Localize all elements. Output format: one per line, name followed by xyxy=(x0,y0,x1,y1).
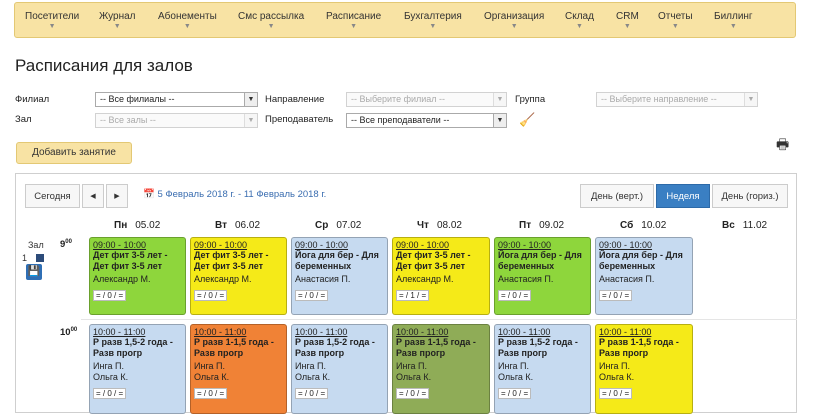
nav-item-schedule[interactable]: Расписание ▼ xyxy=(326,11,381,30)
hall-select[interactable]: -- Все залы -- ▼ xyxy=(95,113,258,128)
direction-label: Направление xyxy=(265,94,325,105)
date-range[interactable]: 📅 5 Февраль 2018 г. - 11 Февраль 2018 г. xyxy=(143,189,326,200)
chevron-down-icon: ▼ xyxy=(244,114,257,127)
nav-item-visitors[interactable]: Посетители ▼ xyxy=(25,11,79,30)
lesson-card[interactable]: 09:00 - 10:00 Дет фит 3-5 лет - Дет фит 3… xyxy=(392,237,490,315)
chevron-down-icon: ▼ xyxy=(729,23,737,30)
lesson-card[interactable]: 09:00 - 10:00 Йога для бер - Для беременн… xyxy=(291,237,388,315)
chevron-down-icon: ▼ xyxy=(267,23,275,30)
view-week[interactable]: Неделя xyxy=(656,184,710,208)
chevron-down-icon: ▼ xyxy=(744,93,757,106)
nav-item-reports[interactable]: Отчеты ▼ xyxy=(658,11,693,30)
chevron-down-icon: ▼ xyxy=(576,23,583,30)
chevron-down-icon: ▼ xyxy=(510,23,518,30)
lesson-card[interactable]: 09:00 - 10:00 Дет фит 3-5 лет - Дет фит 3… xyxy=(190,237,287,315)
nav-item-journal[interactable]: Журнал ▼ xyxy=(99,11,136,30)
lesson-card[interactable]: 10:00 - 11:00 Р разв 1,5-2 года - Разв пр… xyxy=(291,324,388,414)
day-header: Вт 06.02 xyxy=(215,220,261,231)
day-header: Пт 09.02 xyxy=(519,220,565,231)
view-day-vertical[interactable]: День (верт.) xyxy=(580,184,654,208)
day-header: Пн 05.02 xyxy=(114,220,161,231)
prev-week-icon[interactable]: ◀ xyxy=(82,184,104,208)
branch-label: Филиал xyxy=(15,94,50,105)
next-week-icon[interactable]: ▶ xyxy=(106,184,128,208)
lesson-card[interactable]: 09:00 - 10:00 Дет фит 3-5 лет - Дет фит 3… xyxy=(89,237,186,315)
save-icon[interactable]: 💾 xyxy=(26,264,42,280)
lesson-card[interactable]: 10:00 - 11:00 Р разв 1,5-2 года - Разв пр… xyxy=(494,324,591,414)
calendar-icon: 📅 xyxy=(143,189,155,200)
room-label: Зал xyxy=(28,240,44,250)
nav-item-crm[interactable]: CRM ▼ xyxy=(616,11,639,30)
group-label: Группа xyxy=(515,94,546,105)
chevron-down-icon: ▼ xyxy=(671,23,679,30)
lesson-card[interactable]: 10:00 - 11:00 Р разв 1,5-2 года - Разв пр… xyxy=(89,324,186,414)
clear-filters-icon[interactable]: 🧹 xyxy=(519,112,535,128)
chevron-down-icon: ▼ xyxy=(493,114,506,127)
day-header: Чт 08.02 xyxy=(417,220,462,231)
hour-label: 900 xyxy=(60,239,72,251)
lesson-card[interactable]: 10:00 - 11:00 Р разв 1-1,5 года - Разв пр… xyxy=(190,324,287,414)
hall-label: Зал xyxy=(15,114,32,125)
nav-item-organization[interactable]: Организация ▼ xyxy=(484,11,544,30)
direction-select[interactable]: -- Выберите филиал -- ▼ xyxy=(346,92,507,107)
room-number: 1 xyxy=(22,253,28,263)
chevron-down-icon: ▼ xyxy=(350,23,358,30)
chevron-down-icon: ▼ xyxy=(429,23,437,30)
lesson-card[interactable]: 09:00 - 10:00 Йога для бер - Для беременн… xyxy=(595,237,693,315)
add-lesson-button[interactable]: Добавить занятие xyxy=(16,142,132,164)
day-header: Сб 10.02 xyxy=(620,220,667,231)
chevron-down-icon: ▼ xyxy=(493,93,506,106)
chevron-down-icon: ▼ xyxy=(244,93,257,106)
chevron-down-icon: ▼ xyxy=(48,23,56,30)
nav-item-subscriptions[interactable]: Абонементы ▼ xyxy=(158,11,217,30)
nav-item-warehouse[interactable]: Склад ▼ xyxy=(565,11,594,30)
page-title: Расписания для залов xyxy=(15,56,193,75)
day-header: Вс 11.02 xyxy=(722,220,768,231)
day-header: Ср 07.02 xyxy=(315,220,362,231)
view-day-horizontal[interactable]: День (гориз.) xyxy=(712,184,788,208)
printer-icon[interactable]: 🖶 xyxy=(776,134,794,152)
teacher-select[interactable]: -- Все преподаватели -- ▼ xyxy=(346,113,507,128)
lesson-card[interactable]: 10:00 - 11:00 Р разв 1-1,5 года - Разв пр… xyxy=(595,324,693,414)
chevron-down-icon: ▼ xyxy=(113,23,121,30)
chevron-down-icon: ▼ xyxy=(623,23,631,30)
lesson-card[interactable]: 09:00 - 10:00 Йога для бер - Для беременн… xyxy=(494,237,591,315)
group-select[interactable]: -- Выберите направление -- ▼ xyxy=(596,92,758,107)
hour-label: 1000 xyxy=(60,327,78,339)
room-color-swatch xyxy=(36,254,44,262)
hour-divider xyxy=(81,319,797,320)
today-button[interactable]: Сегодня xyxy=(25,184,80,208)
chevron-down-icon: ▼ xyxy=(183,23,191,30)
main-nav: Посетители ▼ Журнал ▼ Абонементы ▼ Смс расс… xyxy=(14,2,796,38)
nav-item-sms[interactable]: Смс рассылка ▼ xyxy=(238,11,304,30)
lesson-card[interactable]: 10:00 - 11:00 Р разв 1-1,5 года - Разв пр… xyxy=(392,324,490,414)
branch-select[interactable]: -- Все филиалы -- ▼ xyxy=(95,92,258,107)
teacher-label: Преподаватель xyxy=(265,114,334,125)
nav-item-accounting[interactable]: Бухгалтерия ▼ xyxy=(404,11,462,30)
nav-item-billing[interactable]: Биллинг ▼ xyxy=(714,11,753,30)
schedule-calendar: Сегодня ◀ ▶ 📅 5 Февраль 2018 г. - 11 Фев… xyxy=(15,173,797,414)
